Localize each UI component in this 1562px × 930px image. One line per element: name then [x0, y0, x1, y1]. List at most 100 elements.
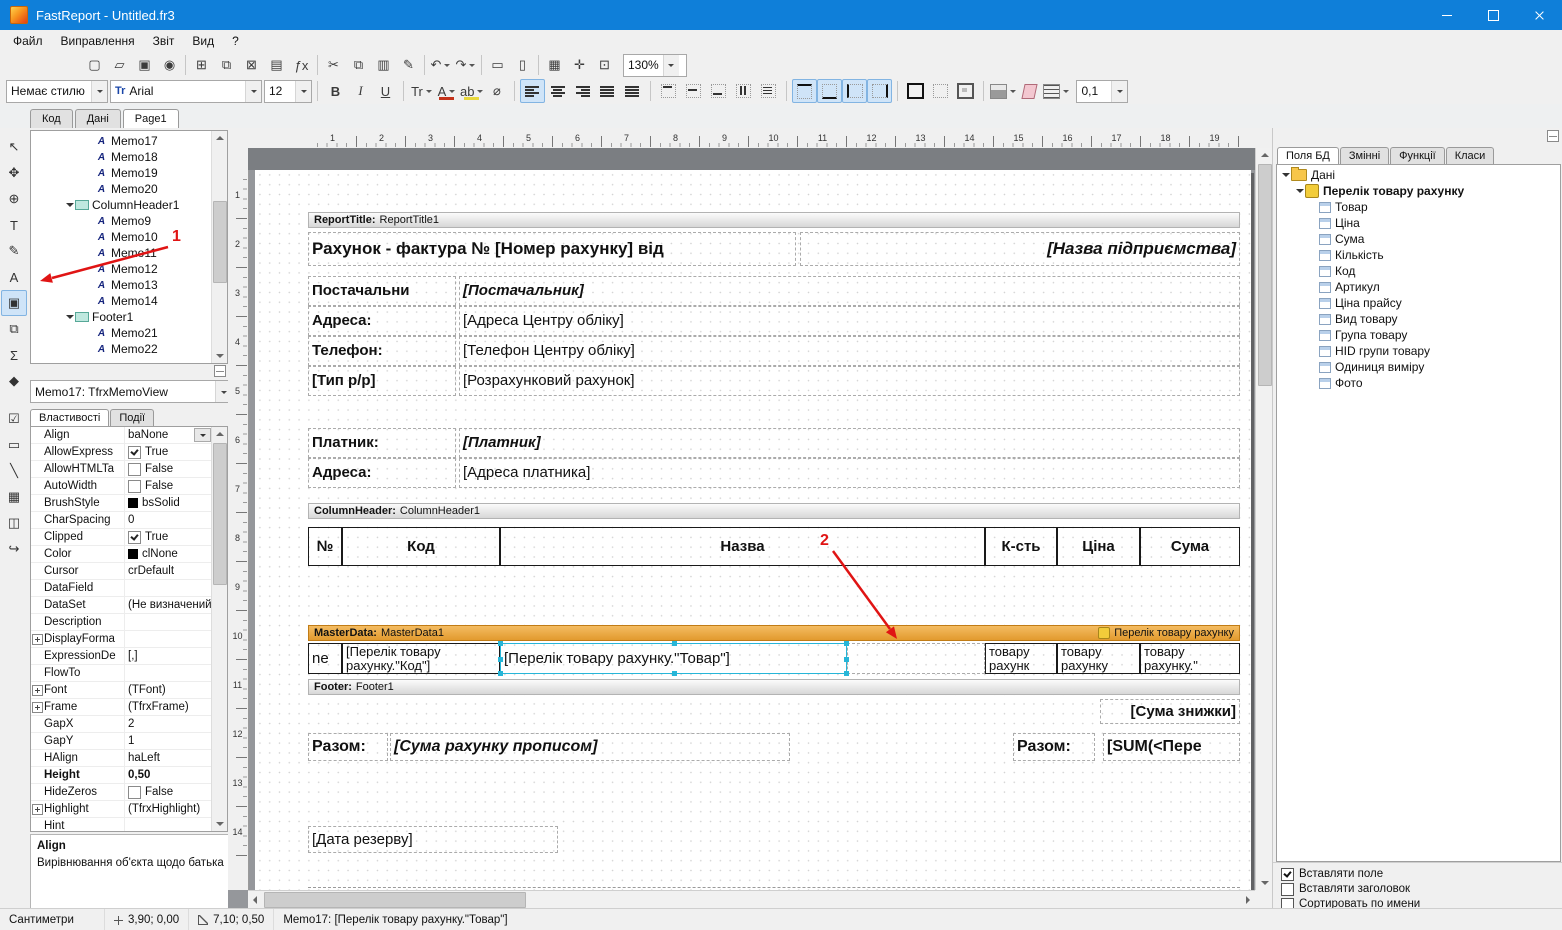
band-header-masterdata[interactable]: MasterData:MasterData1Перелік товару рах…: [308, 625, 1240, 641]
page-settings-button[interactable]: ▤: [264, 53, 289, 77]
data-panel-tab[interactable]: Поля БД: [1277, 147, 1339, 164]
property-expand-icon[interactable]: [31, 716, 44, 732]
option-row[interactable]: Вставляти поле: [1281, 867, 1555, 881]
property-grid-scrollbar[interactable]: [211, 427, 227, 831]
separator[interactable]: [182, 55, 189, 75]
property-expand-icon[interactable]: [31, 478, 44, 494]
property-expand-icon[interactable]: [31, 631, 44, 647]
property-row[interactable]: AllowExpress True: [31, 444, 227, 461]
db-field-item[interactable]: Артикул: [1277, 279, 1560, 295]
text-edit-tool[interactable]: T: [1, 212, 27, 238]
style-combo[interactable]: Немає стилю: [6, 80, 108, 103]
tree-expander-icon[interactable]: [65, 201, 75, 209]
scroll-up-icon[interactable]: [1256, 148, 1272, 162]
menu-item[interactable]: Файл: [4, 31, 52, 51]
export-tool[interactable]: ↪: [1, 536, 27, 562]
separator[interactable]: [421, 55, 428, 75]
report-tree-item[interactable]: A Memo17: [31, 133, 227, 149]
tree-expander-icon[interactable]: [1295, 187, 1305, 195]
memo-phone-label[interactable]: Телефон:: [308, 336, 456, 366]
report-tree-item[interactable]: A Memo19: [31, 165, 227, 181]
db-tree-root[interactable]: Дані: [1277, 167, 1560, 183]
frame-object-tool[interactable]: ▭: [1, 432, 27, 458]
panel-options-icon[interactable]: [1547, 130, 1559, 142]
new-report-button[interactable]: ▢: [82, 53, 107, 77]
property-expand-icon[interactable]: [31, 801, 44, 817]
db-field-item[interactable]: Товар: [1277, 199, 1560, 215]
memo-col-name[interactable]: Назва: [500, 527, 985, 566]
scroll-right-icon[interactable]: [1241, 891, 1255, 908]
hand-tool[interactable]: ✥: [1, 160, 27, 186]
checkbox-icon[interactable]: [1281, 868, 1294, 881]
property-row[interactable]: BrushStyle bsSolid: [31, 495, 227, 512]
frame-left-button[interactable]: [842, 79, 867, 103]
option-row[interactable]: Вставляти заголовок: [1281, 882, 1555, 896]
selection-handle[interactable]: [498, 657, 503, 662]
property-row[interactable]: FlowTo: [31, 665, 227, 682]
memo-col-sum[interactable]: Сума: [1140, 527, 1240, 566]
property-value-icon[interactable]: [128, 549, 138, 559]
property-row[interactable]: Color clNone: [31, 546, 227, 563]
report-tree-item[interactable]: A Memo22: [31, 341, 227, 357]
save-report-button[interactable]: ▣: [132, 53, 157, 77]
memo-cell-empty[interactable]: [847, 643, 985, 674]
snap-size-button[interactable]: ⊡: [592, 53, 617, 77]
db-field-item[interactable]: HID групи товару: [1277, 343, 1560, 359]
property-row[interactable]: Description: [31, 614, 227, 631]
font-combo[interactable]: TrArial: [110, 80, 262, 103]
memo-cell-price[interactable]: товару рахунку: [1057, 643, 1140, 674]
shape-object-tool[interactable]: ◆: [1, 368, 27, 394]
panel-options-icon[interactable]: [214, 365, 226, 377]
expression-editor-button[interactable]: ƒx: [289, 53, 314, 77]
property-expand-icon[interactable]: [31, 784, 44, 800]
property-row[interactable]: DataSet (Не визначений): [31, 597, 227, 614]
report-tree-item[interactable]: A Memo18: [31, 149, 227, 165]
align-right-button[interactable]: [570, 79, 595, 103]
design-horizontal-scrollbar[interactable]: [248, 890, 1255, 908]
memo-address-label[interactable]: Адреса:: [308, 306, 456, 336]
property-row[interactable]: ExpressionDe [,]: [31, 648, 227, 665]
memo-payer-value[interactable]: [Платник]: [459, 428, 1240, 458]
gap[interactable]: [2, 394, 26, 406]
document-tab[interactable]: Page1: [123, 109, 179, 128]
text-direction-button[interactable]: [731, 79, 756, 103]
scroll-left-icon[interactable]: [248, 891, 262, 908]
memo-supplier-label[interactable]: Постачальни: [308, 276, 456, 306]
memo-invoice-title[interactable]: Рахунок - фактура № [Номер рахунку] від: [308, 232, 796, 266]
line-width-combo[interactable]: 0,1: [1076, 80, 1128, 103]
property-row[interactable]: HAlign haLeft: [31, 750, 227, 767]
font-color-button[interactable]: A: [434, 79, 459, 103]
separator[interactable]: [478, 55, 485, 75]
memo-col-num[interactable]: №: [308, 527, 342, 566]
property-value-icon[interactable]: [128, 480, 141, 493]
delete-page-button[interactable]: ⊠: [239, 53, 264, 77]
report-tree-item[interactable]: A Memo12: [31, 261, 227, 277]
property-row[interactable]: DataField: [31, 580, 227, 597]
menu-item[interactable]: Звіт: [144, 31, 184, 51]
close-button[interactable]: [1516, 0, 1562, 30]
memo-cell-code[interactable]: [Перелік товару рахунку."Код"]: [342, 643, 500, 674]
memo-payer-address-value[interactable]: [Адреса платника]: [459, 458, 1240, 488]
align-left-button[interactable]: [520, 79, 545, 103]
property-row[interactable]: Highlight (TfrxHighlight): [31, 801, 227, 818]
memo-total-label[interactable]: Разом:: [308, 733, 388, 761]
document-tab[interactable]: Дані: [75, 109, 121, 128]
menu-item[interactable]: Вид: [183, 31, 223, 51]
picture-object-tool[interactable]: ▣: [1, 290, 27, 316]
property-expand-icon[interactable]: [31, 580, 44, 596]
format-painter-tool[interactable]: ✎: [1, 238, 27, 264]
report-tree-item[interactable]: A Memo20: [31, 181, 227, 197]
selection-handle[interactable]: [498, 671, 503, 676]
align-to-grid-button[interactable]: ✛: [567, 53, 592, 77]
subreport-object-tool[interactable]: ⧉: [1, 316, 27, 342]
underline-button[interactable]: U: [373, 79, 398, 103]
chevron-down-icon[interactable]: [245, 81, 261, 102]
italic-button[interactable]: I: [348, 79, 373, 103]
scroll-up-icon[interactable]: [212, 131, 227, 145]
report-tree-item[interactable]: A Memo9: [31, 213, 227, 229]
property-value-icon[interactable]: [128, 531, 141, 544]
property-expand-icon[interactable]: [31, 614, 44, 630]
memo-payer-address-label[interactable]: Адреса:: [308, 458, 456, 488]
property-expand-icon[interactable]: [31, 461, 44, 477]
band-header-columnheader[interactable]: ColumnHeader:ColumnHeader1: [308, 503, 1240, 519]
